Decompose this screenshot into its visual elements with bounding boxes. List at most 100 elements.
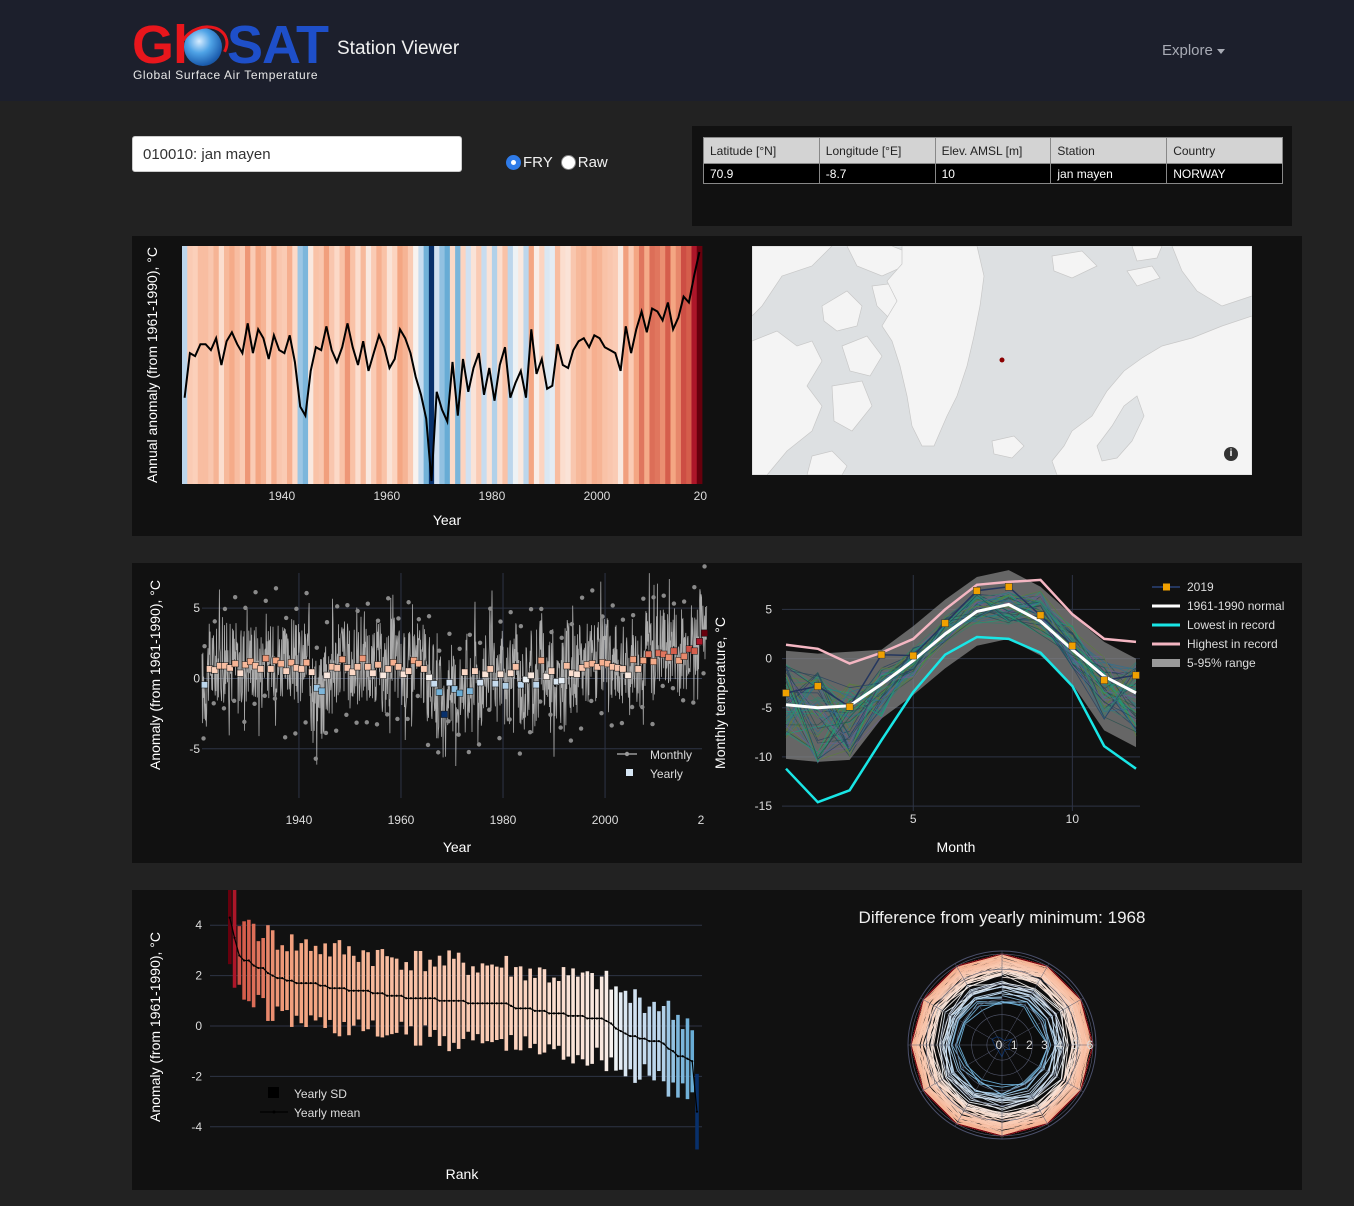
yearly-mean-point (691, 1060, 694, 1063)
monthly-extreme-point (558, 725, 563, 730)
legend-monthly-label: Monthly (650, 748, 692, 762)
yearly-point (619, 665, 627, 673)
stripe-2002 (607, 246, 614, 484)
station-info-table: Latitude [°N] Longitude [°E] Elev. AMSL … (703, 137, 1283, 184)
yearly-point (456, 689, 464, 697)
monthly-extreme-point (385, 712, 390, 717)
monthly-extreme-point (426, 614, 432, 619)
stripe-1951 (339, 246, 346, 484)
legend-monthly-marker (624, 751, 630, 757)
monthly-extreme-point (324, 620, 330, 625)
radio-raw[interactable]: Raw (560, 154, 608, 171)
ranked-anomalies-chart[interactable]: 4 2 0 -2 -4 Yearly SD Yearly mean Rank Anomaly (… (132, 890, 722, 1190)
yearly-mean-point (648, 1040, 651, 1043)
stripe-1938 (271, 246, 277, 484)
stripe-1958 (376, 246, 382, 484)
header-station[interactable]: Station (1050, 137, 1168, 164)
stripe-1952 (344, 246, 351, 484)
monthly-extreme-point (242, 719, 247, 725)
stripe-1955 (360, 246, 367, 484)
monthly-series-line (201, 573, 708, 767)
polar-difference-chart[interactable]: 0 1 2 3 4 5 6 Difference from yearly minimum: 1… (722, 890, 1302, 1190)
stripe-1985 (518, 246, 524, 484)
header-country[interactable]: Country (1166, 137, 1283, 164)
logo-subtitle: Global Surface Air Temperature (133, 68, 319, 82)
monthly-climatology-chart[interactable]: 5 10 5 0 -5 -10 -15 2019 1961-1990 normal Lowest … (712, 563, 1292, 863)
yearly-mean-point (238, 954, 241, 957)
warming-stripes-chart[interactable]: 1940 1960 1980 2000 20 Year Annual anomaly (fr… (132, 236, 732, 536)
stripe-2007 (633, 246, 640, 484)
yearly-mean-point (567, 1014, 570, 1018)
stripe-1969 (434, 246, 440, 484)
yearly-point (680, 652, 688, 660)
chart-title: Difference from yearly minimum: 1968 (859, 908, 1146, 927)
stripe-1932 (239, 246, 246, 484)
anomaly-timeseries-chart[interactable]: 1940 1960 1980 2000 2 5 0 -5 Monthly Yearly Year An… (132, 563, 722, 863)
radial-tick-label: 6 (1087, 1038, 1094, 1052)
monthly-extreme-point (620, 617, 626, 622)
radio-button[interactable] (560, 155, 576, 170)
data-version-radio-group: FRY Raw (506, 154, 608, 171)
header-longitude[interactable]: Longitude [°E] (818, 137, 936, 164)
table-row[interactable]: 70.9 -8.7 10 jan mayen NORWAY (703, 163, 1283, 184)
legend-mean-label: Yearly mean (294, 1106, 360, 1120)
yearly-point (267, 665, 275, 673)
yearly-mean-point (428, 997, 432, 1000)
yearly-point (303, 659, 311, 667)
monthly-extreme-point (294, 606, 299, 612)
monthly-extreme-point (549, 629, 554, 635)
y-tick-label: -2 (191, 1069, 202, 1083)
stripe-2015 (675, 246, 682, 484)
yearly-mean-point (381, 992, 384, 995)
radio-button-selected[interactable] (506, 155, 521, 170)
yearly-mean-point (467, 1002, 470, 1005)
legend-yearly-label: Yearly (650, 767, 683, 781)
info-icon[interactable]: i (1224, 447, 1238, 461)
stripe-2003 (612, 246, 619, 484)
stripe-1999 (591, 246, 598, 484)
stripe-1946 (313, 246, 319, 484)
monthly-extreme-point (221, 706, 227, 711)
yearly-point (548, 667, 555, 675)
yearly-point (333, 664, 341, 672)
glosat-logo[interactable]: Gl SAT Global Surface Air Temperature (130, 18, 330, 86)
legend-sd-label: Yearly SD (294, 1087, 347, 1101)
yearly-point (471, 667, 479, 675)
stripe-2010 (649, 246, 656, 484)
header-elevation[interactable]: Elev. AMSL [m] (934, 137, 1052, 164)
stripe-1943 (297, 246, 304, 484)
monthly-extreme-point (365, 601, 371, 606)
yearly-mean-point (681, 1055, 684, 1058)
station-marker-icon[interactable] (999, 357, 1005, 363)
yearly-mean-point (571, 1014, 575, 1018)
monthly-extreme-point (518, 624, 524, 629)
radio-fry[interactable]: FRY (506, 154, 553, 171)
yearly-mean-point (271, 974, 274, 977)
legend-mean-marker (272, 1110, 276, 1114)
monthly-extreme-point (538, 699, 543, 704)
series-2019-point (941, 619, 949, 627)
series-2019-point (1036, 611, 1045, 620)
yearly-mean-point (624, 1032, 627, 1035)
yearly-point (374, 661, 382, 669)
yearly-mean-point (476, 1002, 479, 1005)
header-latitude[interactable]: Latitude [°N] (703, 137, 820, 164)
station-search-input[interactable] (132, 136, 462, 172)
stripe-2008 (638, 246, 645, 484)
x-axis-label: Rank (446, 1166, 480, 1182)
stripe-1998 (586, 246, 593, 484)
monthly-extreme-point (691, 700, 696, 705)
yearly-point (323, 671, 331, 679)
stripe-1973 (455, 246, 461, 484)
stripe-1963 (402, 246, 409, 484)
yearly-mean-point (266, 971, 270, 975)
yearly-point (277, 660, 285, 668)
explore-dropdown[interactable]: Explore (1162, 42, 1225, 59)
station-map[interactable]: i (752, 246, 1252, 475)
stripe-1978 (481, 246, 488, 484)
yearly-point (512, 663, 520, 671)
yearly-point (644, 650, 652, 658)
yearly-mean-point (595, 1017, 598, 1020)
series-2019-point (1004, 583, 1013, 591)
legend-label: 5-95% range (1187, 656, 1256, 670)
